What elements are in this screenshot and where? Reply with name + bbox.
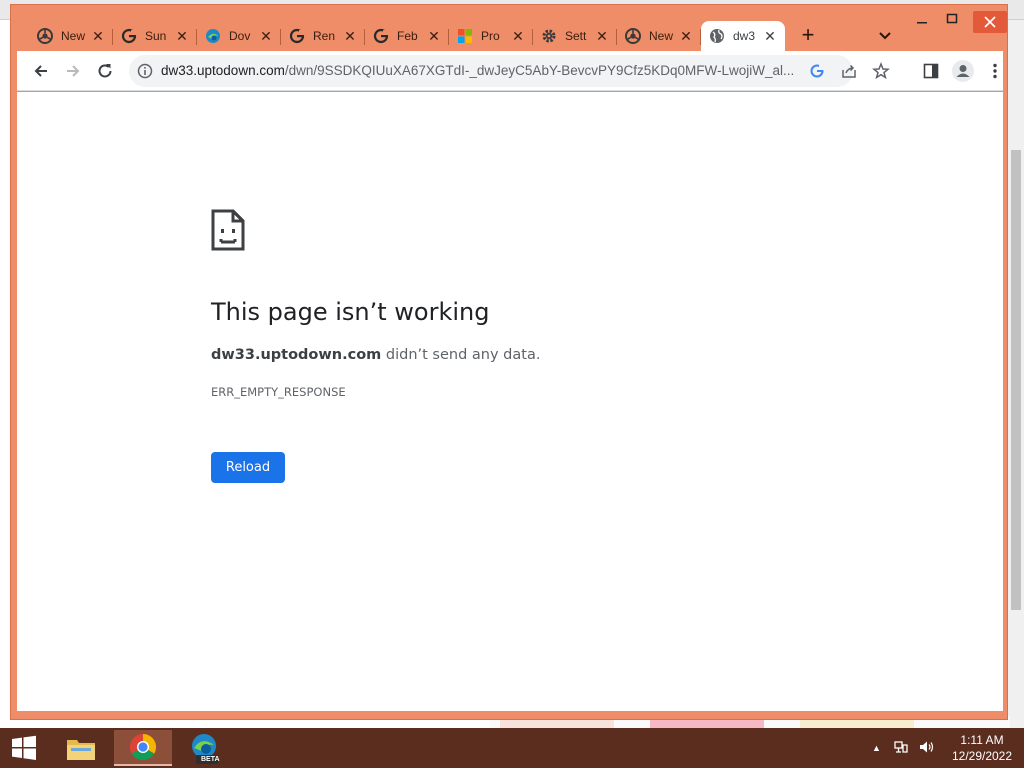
tab-feb[interactable]: Feb ✕ (365, 21, 449, 51)
maximize-icon (946, 13, 958, 24)
tab-title: New (61, 29, 86, 43)
title-bar[interactable]: New ✕ Sun ✕ Dov ✕ Ren ✕ Feb ✕ Pro ✕ Sett… (11, 5, 1007, 51)
error-title: This page isn’t working (211, 298, 490, 326)
chrome-window: New ✕ Sun ✕ Dov ✕ Ren ✕ Feb ✕ Pro ✕ Sett… (10, 4, 1008, 720)
settings-icon (541, 28, 557, 44)
clock-date: 12/29/2022 (951, 749, 1013, 763)
tab-pro[interactable]: Pro ✕ (449, 21, 533, 51)
tab-new-2[interactable]: New ✕ (617, 21, 701, 51)
tab-title: Dov (229, 29, 251, 43)
error-message: didn’t send any data. (381, 347, 541, 363)
tab-search-button[interactable] (875, 25, 895, 45)
chrome-icon (625, 28, 641, 44)
tab-title: dw3 (733, 29, 756, 43)
tab-title: New (649, 29, 674, 43)
back-button[interactable] (27, 57, 55, 85)
refresh-icon (98, 64, 112, 78)
tab-title: Feb (397, 29, 418, 43)
google-icon (289, 28, 305, 44)
avatar-icon (952, 60, 974, 82)
tab-dov[interactable]: Dov ✕ (197, 21, 281, 51)
info-icon[interactable] (137, 63, 153, 79)
network-icon[interactable] (893, 740, 909, 757)
system-clock[interactable]: 1:11 AM 12/29/2022 (946, 732, 1018, 764)
reload-button[interactable]: Reload (211, 452, 285, 483)
error-description: dw33.uptodown.com didn’t send any data. (211, 347, 540, 363)
tab-title: Ren (313, 29, 336, 43)
taskbar-file-explorer[interactable] (52, 730, 110, 766)
close-icon (984, 16, 996, 28)
forward-arrow-icon (67, 65, 80, 77)
system-tray: ▲ (872, 728, 935, 768)
tab-close-icon[interactable]: ✕ (175, 29, 189, 43)
tab-ren[interactable]: Ren ✕ (281, 21, 365, 51)
browser-toolbar: dw33.uptodown.com/dwn/9SSDKQIUuXA67XGTdI… (17, 51, 1003, 91)
tab-title: Sett (565, 29, 587, 43)
taskbar: BETA ▲ 1:11 AM 12/29/2022 (0, 728, 1024, 768)
tab-title: Sun (145, 29, 167, 43)
maximize-button[interactable] (937, 5, 967, 33)
start-button[interactable] (0, 728, 48, 768)
tab-close-icon[interactable]: ✕ (595, 29, 609, 43)
tab-close-icon[interactable]: ✕ (763, 29, 777, 43)
new-tab-button[interactable]: + (795, 23, 821, 49)
tab-close-icon[interactable]: ✕ (91, 29, 105, 43)
tab-close-icon[interactable]: ✕ (343, 29, 357, 43)
tab-new-1[interactable]: New ✕ (29, 21, 113, 51)
bookmark-star-icon[interactable] (871, 61, 891, 81)
chrome-icon (37, 28, 53, 44)
tab-close-icon[interactable]: ✕ (259, 29, 273, 43)
tab-close-icon[interactable]: ✕ (511, 29, 525, 43)
address-bar[interactable]: dw33.uptodown.com/dwn/9SSDKQIUuXA67XGTdI… (129, 55, 890, 87)
taskbar-chrome[interactable] (114, 730, 172, 766)
menu-button[interactable] (981, 57, 1009, 85)
side-panel-icon (923, 63, 939, 79)
url-text[interactable]: dw33.uptodown.com/dwn/9SSDKQIUuXA67XGTdI… (161, 63, 801, 78)
windows-icon (12, 735, 36, 760)
background-scroll-thumb[interactable] (1011, 150, 1021, 610)
edge-icon (205, 28, 221, 44)
share-icon[interactable] (839, 61, 859, 81)
google-icon (121, 28, 137, 44)
microsoft-icon (457, 28, 473, 44)
minimize-icon (917, 22, 927, 24)
error-host: dw33.uptodown.com (211, 347, 382, 363)
kebab-menu-icon (993, 63, 997, 79)
profile-button[interactable] (949, 57, 977, 85)
tab-sun[interactable]: Sun ✕ (113, 21, 197, 51)
side-panel-button[interactable] (917, 57, 945, 85)
error-code: ERR_EMPTY_RESPONSE (211, 385, 346, 399)
tab-settings[interactable]: Sett ✕ (533, 21, 617, 51)
tab-strip: New ✕ Sun ✕ Dov ✕ Ren ✕ Feb ✕ Pro ✕ Sett… (29, 21, 785, 51)
volume-icon[interactable] (919, 740, 935, 757)
tab-close-icon[interactable]: ✕ (679, 29, 693, 43)
google-icon (373, 28, 389, 44)
globe-icon (709, 28, 725, 44)
minimize-button[interactable] (907, 5, 937, 33)
url-host: dw33.uptodown.com (161, 63, 285, 78)
forward-button[interactable] (59, 57, 87, 85)
chevron-up-icon[interactable]: ▲ (872, 743, 881, 753)
back-arrow-icon (34, 65, 47, 77)
tab-close-icon[interactable]: ✕ (427, 29, 441, 43)
tab-active[interactable]: dw3 ✕ (701, 21, 785, 51)
url-path: /dwn/9SSDKQIUuXA67XGTdI-_dwJeyC5AbY-Bevc… (284, 63, 795, 78)
chevron-down-icon (879, 32, 891, 40)
chrome-icon (129, 733, 157, 761)
sad-page-icon (211, 209, 245, 251)
tab-title: Pro (481, 29, 500, 43)
page-content: This page isn’t working dw33.uptodown.co… (17, 92, 1003, 711)
folder-icon (67, 740, 95, 760)
background-scrollbar[interactable] (1007, 20, 1024, 728)
clock-time: 1:11 AM (960, 733, 1004, 747)
reload-toolbar-button[interactable] (91, 57, 119, 85)
google-translate-icon[interactable] (807, 61, 827, 81)
close-window-button[interactable] (973, 11, 1007, 33)
taskbar-edge-beta[interactable]: BETA (176, 730, 234, 766)
beta-badge-label: BETA (201, 756, 220, 763)
